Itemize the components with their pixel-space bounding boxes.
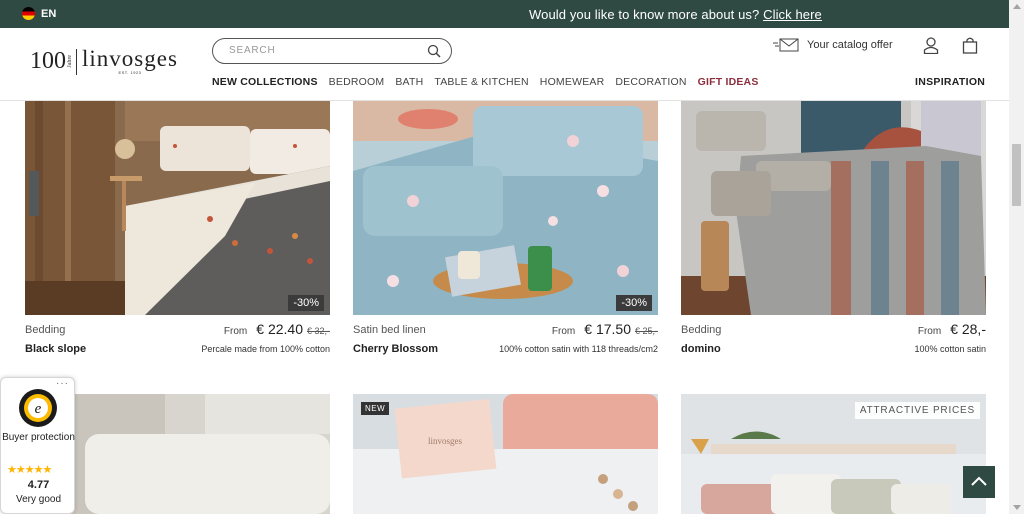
product-category: Bedding bbox=[681, 324, 722, 336]
nav-homewear[interactable]: HOMEWEAR bbox=[540, 76, 605, 88]
bedding-photo bbox=[353, 101, 658, 315]
back-to-top-button[interactable] bbox=[963, 466, 995, 498]
scroll-down-arrow-icon[interactable] bbox=[1013, 505, 1021, 510]
bedding-photo bbox=[681, 101, 986, 315]
rating-value: 4.77 bbox=[27, 479, 50, 491]
price-from-label: From bbox=[223, 326, 248, 337]
old-price: € 25,- bbox=[634, 326, 658, 336]
scrollbar-thumb[interactable] bbox=[1012, 144, 1021, 206]
nav-new-collections[interactable]: NEW COLLECTIONS bbox=[212, 76, 318, 88]
page-scrollbar[interactable] bbox=[1009, 0, 1024, 514]
site-header: 100 Jahre linvosges EST. 1923 Your catal… bbox=[0, 28, 1009, 101]
discount-badge: -30% bbox=[288, 295, 324, 311]
attractive-prices-label: ATTRACTIVE PRICES bbox=[854, 402, 980, 419]
product-card[interactable]: Bedding From € 28,- domino 100% cotton s… bbox=[681, 101, 986, 355]
account-icon[interactable] bbox=[923, 37, 939, 54]
price-from-label: From bbox=[551, 326, 576, 337]
product-card[interactable]: -30% Satin bed linen From € 17.50 € 25,-… bbox=[353, 101, 658, 355]
buyer-protection-text: Buyer protection bbox=[2, 432, 75, 443]
nav-table-kitchen[interactable]: TABLE & KITCHEN bbox=[434, 76, 528, 88]
product-description: 100% cotton satin with 118 threads/cm2 bbox=[499, 344, 658, 354]
search-icon[interactable] bbox=[427, 44, 441, 58]
logo-jahre: Jahre bbox=[67, 55, 73, 68]
new-badge: NEW bbox=[361, 402, 390, 415]
click-here-link[interactable]: Click here bbox=[763, 7, 822, 22]
search-input[interactable] bbox=[229, 45, 419, 56]
product-card[interactable]: linvosges NEW bbox=[353, 394, 658, 514]
product-image[interactable] bbox=[681, 101, 986, 315]
product-card[interactable]: ATTRACTIVE PRICES bbox=[681, 394, 986, 514]
language-label: EN bbox=[41, 7, 57, 20]
trusted-shops-widget[interactable]: ··· e Buyer protection ★★★★★ 4.77 Very g… bbox=[0, 377, 75, 514]
product-name[interactable]: Cherry Blossom bbox=[353, 343, 438, 355]
shopping-bag-icon[interactable] bbox=[962, 37, 978, 54]
product-image[interactable]: linvosges NEW bbox=[353, 394, 658, 514]
catalog-offer-link[interactable]: Your catalog offer bbox=[773, 38, 893, 52]
nav-bath[interactable]: BATH bbox=[395, 76, 423, 88]
envelope-icon bbox=[773, 38, 799, 52]
language-switcher[interactable]: EN bbox=[22, 7, 56, 20]
product-price: From € 22.40 € 32,- bbox=[224, 321, 330, 337]
main-navigation: NEW COLLECTIONS BEDROOM BATH TABLE & KIT… bbox=[212, 76, 770, 88]
old-price: € 32,- bbox=[306, 326, 330, 336]
product-name[interactable]: Black slope bbox=[25, 343, 86, 355]
current-price: € 17.50 bbox=[584, 321, 631, 337]
search-box[interactable] bbox=[212, 38, 452, 64]
announcement-bar: EN Would you like to know more about us?… bbox=[0, 0, 1009, 28]
current-price: € 22.40 bbox=[256, 321, 303, 337]
product-category: Satin bed linen bbox=[353, 324, 426, 336]
current-price: € 28,- bbox=[950, 321, 986, 337]
nav-inspiration[interactable]: INSPIRATION bbox=[915, 76, 985, 88]
pillowcase-photo bbox=[353, 394, 658, 514]
discount-badge: -30% bbox=[616, 295, 652, 311]
scroll-up-arrow-icon[interactable] bbox=[1013, 4, 1021, 9]
announcement-message: Would you like to know more about us? bbox=[529, 7, 760, 22]
chevron-up-icon bbox=[971, 476, 987, 486]
logo-divider bbox=[76, 48, 77, 75]
rating-stars: ★★★★★ bbox=[7, 464, 52, 476]
catalog-offer-label: Your catalog offer bbox=[807, 39, 893, 51]
logo-100: 100 bbox=[30, 48, 66, 74]
nav-bedroom[interactable]: BEDROOM bbox=[329, 76, 385, 88]
product-name[interactable]: domino bbox=[681, 343, 721, 355]
product-category: Bedding bbox=[25, 324, 66, 336]
product-image[interactable]: -30% bbox=[25, 101, 330, 315]
product-price: From € 28,- bbox=[918, 321, 986, 337]
nav-gift-ideas[interactable]: GIFT IDEAS bbox=[698, 76, 759, 88]
nav-decoration[interactable]: DECORATION bbox=[615, 76, 686, 88]
rating-verdict: Very good bbox=[15, 494, 62, 505]
product-card[interactable]: -30% Bedding From € 22.40 € 32,- Black s… bbox=[25, 101, 330, 355]
product-description: Percale made from 100% cotton bbox=[201, 344, 330, 354]
announcement-text: Would you like to know more about us? Cl… bbox=[529, 7, 822, 22]
product-image[interactable]: ATTRACTIVE PRICES bbox=[681, 394, 986, 514]
price-from-label: From bbox=[917, 326, 942, 337]
logo-wordmark: linvosges bbox=[82, 46, 178, 71]
brand-logo[interactable]: 100 Jahre linvosges EST. 1923 bbox=[30, 46, 178, 75]
logo-established: EST. 1923 bbox=[118, 70, 142, 75]
svg-text:e: e bbox=[35, 401, 42, 417]
pillow-brand-label: linvosges bbox=[428, 436, 463, 446]
product-description: 100% cotton satin bbox=[914, 344, 986, 354]
trusted-shops-seal-icon: e bbox=[19, 389, 57, 427]
german-flag-icon bbox=[22, 7, 35, 20]
product-price: From € 17.50 € 25,- bbox=[552, 321, 658, 337]
bedding-photo bbox=[25, 101, 330, 315]
product-image[interactable]: -30% bbox=[353, 101, 658, 315]
